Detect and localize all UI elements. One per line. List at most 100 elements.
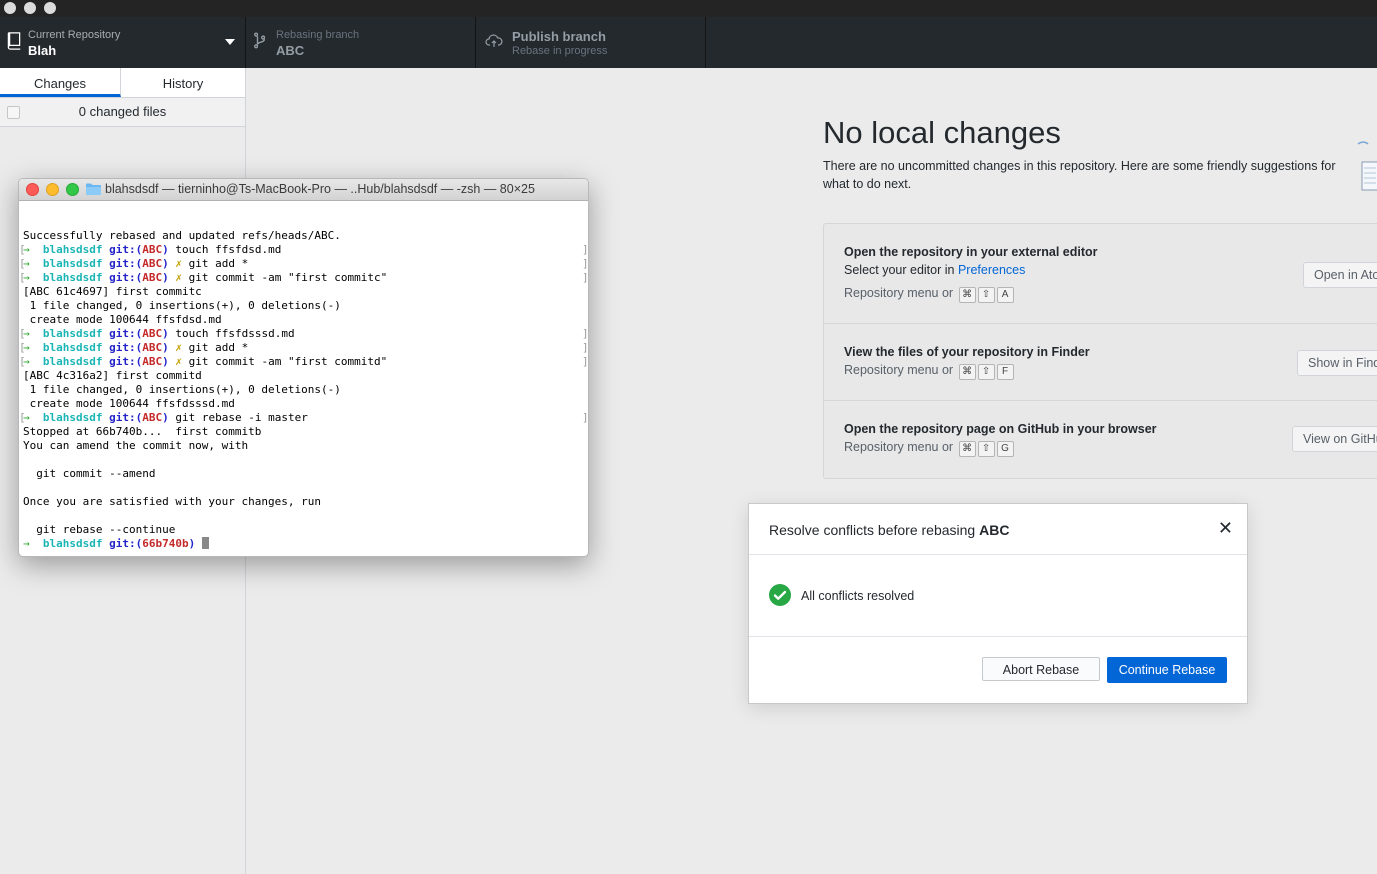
terminal-minimize-button[interactable] — [46, 183, 59, 196]
cloud-upload-icon — [485, 34, 503, 47]
prompt-directory: blahsdsdf — [42, 355, 103, 368]
suggestion-title: View the files of your repository in Fin… — [844, 345, 1090, 359]
prompt-arrow: → — [23, 327, 43, 340]
terminal-line: git rebase --continue — [23, 523, 176, 536]
suggestion-open-editor: Open the repository in your external edi… — [824, 224, 1377, 324]
dialog-body: All conflicts resolved — [749, 555, 1247, 637]
continue-rebase-button[interactable]: Continue Rebase — [1107, 657, 1227, 683]
prompt-command: git commit -am "first commitd" — [188, 355, 388, 368]
prompt-directory: blahsdsdf — [42, 257, 103, 270]
shift-key: ⇧ — [977, 364, 995, 380]
prompt-branch: ABC — [142, 257, 163, 270]
current-repository-button[interactable]: Current Repository Blah — [0, 17, 246, 68]
prompt-arrow: → — [23, 271, 43, 284]
view-on-github-button[interactable]: View on GitHub — [1292, 426, 1377, 452]
terminal-line: Stopped at 66b740b... first commitb — [23, 425, 262, 438]
window-close-button[interactable] — [4, 2, 16, 14]
close-icon[interactable]: ✕ — [1218, 519, 1233, 537]
shift-key: ⇧ — [977, 287, 995, 303]
terminal-line: 1 file changed, 0 insertions(+), 0 delet… — [23, 383, 341, 396]
suggestion-subtitle-text: Select your editor in — [844, 263, 958, 277]
terminal-line-mark: ] — [582, 327, 589, 340]
branch-name: ABC — [276, 43, 305, 58]
terminal-line-mark: ] — [582, 411, 589, 424]
letter-key: F — [996, 364, 1014, 380]
terminal-output[interactable]: Successfully rebased and updated refs/he… — [19, 229, 589, 551]
dialog-branch-name: ABC — [979, 522, 1010, 538]
terminal-zoom-button[interactable] — [66, 183, 79, 196]
tab-changes[interactable]: Changes — [0, 68, 121, 97]
sidebar-tabs: Changes History — [0, 68, 245, 98]
prompt-branch: ABC — [142, 327, 163, 340]
shortcut-label: Repository menu or — [844, 363, 954, 377]
prompt-git: ) — [162, 341, 169, 354]
prompt-directory: blahsdsdf — [42, 341, 103, 354]
app-toolbar: Current Repository Blah Rebasing branch … — [0, 17, 1377, 69]
prompt-directory: blahsdsdf — [42, 537, 103, 550]
terminal-line: [] → blahsdsdf git:(ABC) ✗ git commit -am… — [19, 271, 588, 285]
prompt-directory: blahsdsdf — [42, 411, 103, 424]
prompt-git: git:( — [109, 355, 143, 368]
prompt-git: git:( — [109, 243, 143, 256]
prompt-arrow: → — [23, 341, 43, 354]
terminal-line: [ABC 61c4697] first commitc — [23, 285, 202, 298]
shift-key: ⇧ — [977, 441, 995, 457]
dialog-header: Resolve conflicts before rebasing ABC ✕ — [749, 504, 1247, 555]
terminal-line: [ABC 4c316a2] first commitd — [23, 369, 202, 382]
shortcut-label: Repository menu or — [844, 440, 954, 454]
changed-files-count: 0 changed files — [78, 104, 167, 119]
page-title: No local changes — [823, 115, 1061, 150]
abort-rebase-button[interactable]: Abort Rebase — [982, 657, 1100, 681]
page-description: There are no uncommitted changes in this… — [823, 159, 1336, 191]
open-in-editor-button[interactable]: Open in Atom — [1303, 262, 1377, 288]
dialog-title: Resolve conflicts before rebasing ABC — [769, 522, 1009, 538]
prompt-directory: blahsdsdf — [42, 271, 103, 284]
window-zoom-button[interactable] — [44, 2, 56, 14]
prompt-command: git add * — [188, 341, 249, 354]
suggestion-title: Open the repository page on GitHub in yo… — [844, 422, 1157, 436]
suggestions-panel: Open the repository in your external edi… — [823, 223, 1377, 479]
terminal-line: git commit --amend — [23, 467, 156, 480]
terminal-line-mark: [ — [19, 341, 26, 354]
show-in-finder-button[interactable]: Show in Finder — [1297, 350, 1377, 376]
prompt-git: git:( — [109, 537, 143, 550]
prompt-dirty-mark: ✗ — [175, 341, 182, 354]
branch-status-label: Rebasing branch — [276, 29, 360, 41]
window-minimize-button[interactable] — [24, 2, 36, 14]
command-key: ⌘ — [958, 364, 976, 380]
prompt-branch: ABC — [142, 341, 163, 354]
current-branch-button[interactable]: Rebasing branch ABC — [246, 17, 476, 68]
prompt-git: ) — [188, 537, 196, 550]
preferences-link[interactable]: Preferences — [958, 263, 1025, 277]
prompt-git: git:( — [109, 327, 143, 340]
terminal-line-mark: [ — [19, 327, 26, 340]
prompt-branch: ABC — [142, 271, 163, 284]
terminal-line: Once you are satisfied with your changes… — [23, 495, 322, 508]
git-branch-icon — [254, 32, 266, 49]
publish-branch-status: Rebase in progress — [512, 45, 608, 57]
prompt-arrow: → — [23, 257, 43, 270]
command-key: ⌘ — [958, 441, 976, 457]
prompt-git: ) — [162, 243, 169, 256]
prompt-command: git rebase -i master — [175, 411, 308, 424]
tab-history[interactable]: History — [121, 68, 245, 97]
repo-icon — [7, 32, 21, 50]
terminal-line: You can amend the commit now, with — [23, 439, 249, 452]
prompt-arrow: → — [23, 537, 43, 550]
suggestion-subtitle: Select your editor in Preferences — [844, 263, 1025, 277]
publish-branch-button[interactable]: Publish branch Rebase in progress — [476, 17, 706, 68]
window-titlebar — [0, 0, 1377, 17]
terminal-line-mark: ] — [582, 341, 589, 354]
prompt-git: git:( — [109, 257, 143, 270]
suggestion-shortcut: Repository menu or ⌘ ⇧ G — [844, 440, 1014, 457]
prompt-git: git:( — [109, 271, 143, 284]
terminal-cursor — [201, 537, 209, 549]
terminal-close-button[interactable] — [26, 183, 39, 196]
command-key: ⌘ — [958, 287, 976, 303]
terminal-line-mark: ] — [582, 257, 589, 270]
terminal-line: → blahsdsdf git:(66b740b) — [23, 537, 588, 551]
prompt-command: touch ffsfdsd.md — [175, 243, 282, 256]
chevron-down-icon — [225, 39, 235, 45]
prompt-arrow: → — [23, 411, 43, 424]
